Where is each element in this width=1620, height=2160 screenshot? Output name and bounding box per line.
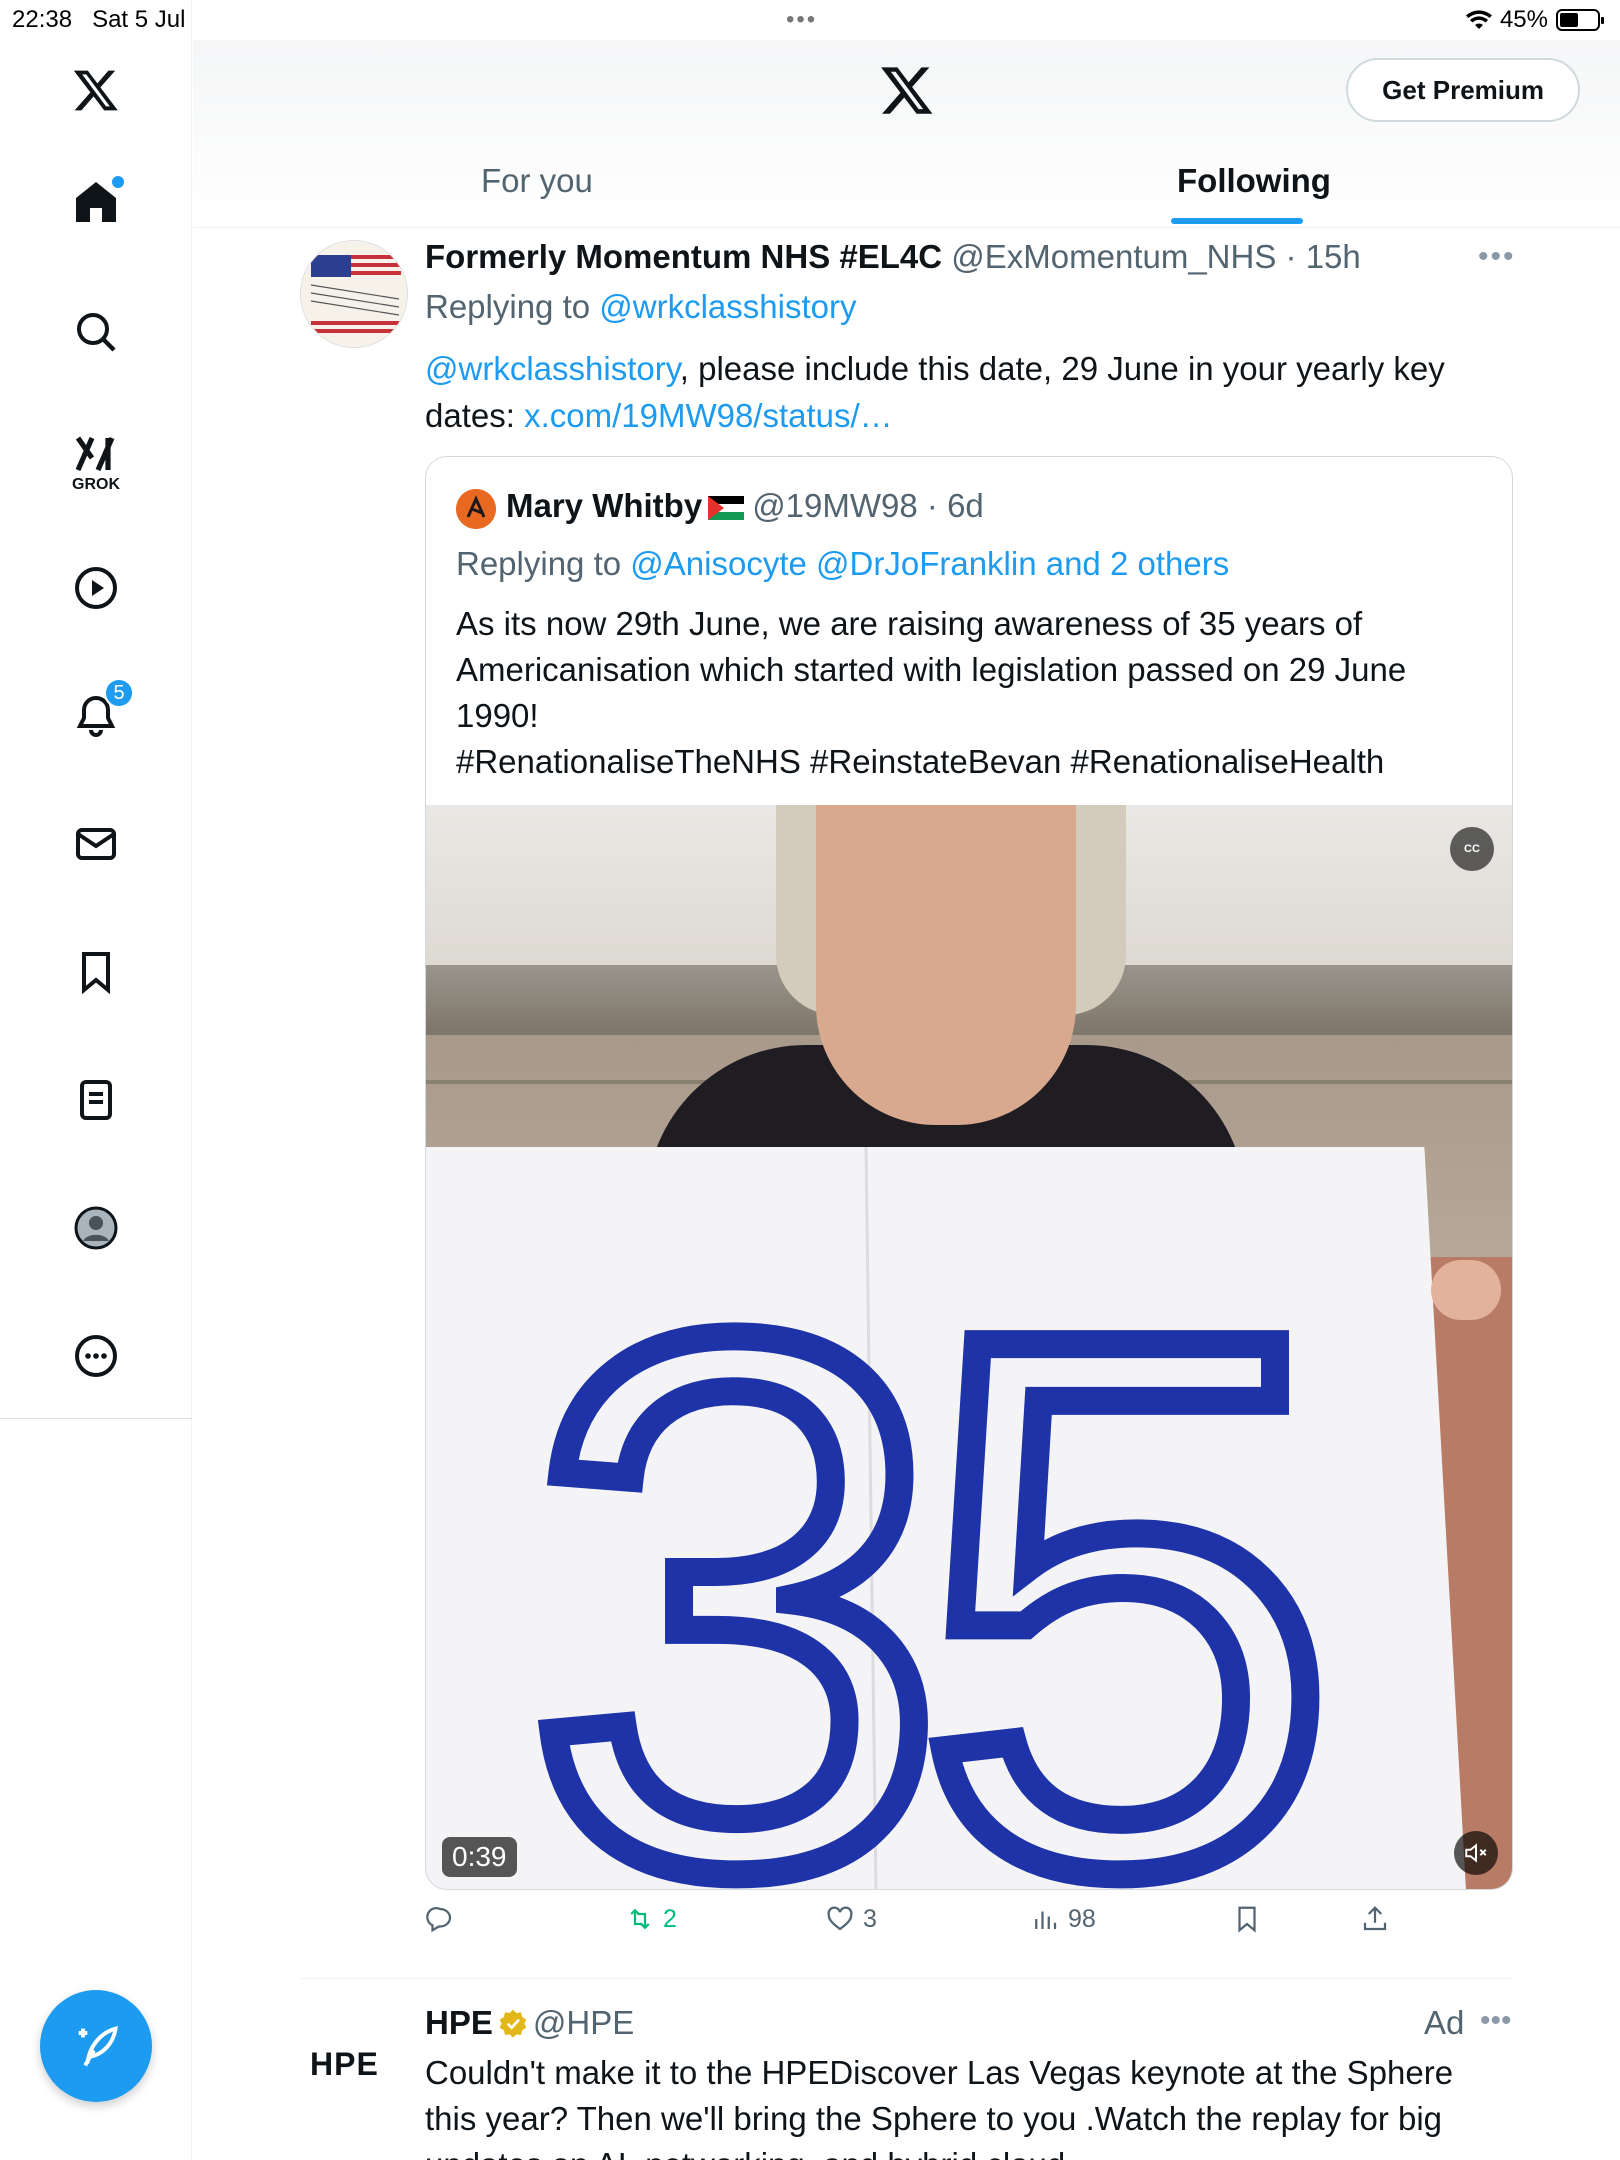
tweet-time[interactable]: 15h [1306, 238, 1361, 275]
ad-author-handle[interactable]: @HPE [533, 2004, 634, 2041]
bookmark-button[interactable] [1232, 1904, 1262, 1934]
sidebar: GROK 5 [0, 0, 192, 2160]
grok-label: GROK [72, 476, 120, 493]
lists-icon [80, 1080, 112, 1120]
nav-video[interactable] [66, 558, 126, 618]
quote-header: Mary Whitby @19MW98 · 6d [506, 487, 984, 524]
tab-following[interactable]: Following [1177, 162, 1331, 200]
grok-icon [75, 436, 115, 472]
bookmark-icon [82, 952, 110, 995]
quote-replying-to: Replying to @Anisocyte @DrJoFranklin and… [456, 545, 1230, 582]
speaker-muted-icon [1465, 1843, 1487, 1863]
tweet-header: Formerly Momentum NHS #EL4C @ExMomentum_… [425, 238, 1361, 275]
quote-author-handle: @19MW98 [752, 487, 918, 524]
status-link[interactable]: x.com/19MW98/status/… [524, 397, 893, 434]
quote-replying-to-link[interactable]: @Anisocyte @DrJoFranklin and 2 others [630, 545, 1229, 582]
sign-digit-3: 3 [525, 1180, 948, 1890]
more-icon [75, 1335, 117, 1377]
replying-to: Replying to @wrkclasshistory [425, 288, 857, 325]
view-count: 98 [1068, 1904, 1096, 1933]
nav-home[interactable] [66, 172, 126, 232]
compose-icon [78, 2025, 118, 2067]
retweet-icon [630, 1908, 650, 1930]
compose-button[interactable] [40, 1990, 152, 2102]
mail-icon [76, 828, 116, 860]
views-icon [1035, 1911, 1057, 1929]
sidebar-divider [0, 1418, 192, 1419]
mention-link[interactable]: @wrkclasshistory [425, 350, 680, 387]
x-logo-icon[interactable] [66, 60, 126, 120]
nav-profile[interactable] [66, 1198, 126, 1258]
hpe-logo[interactable]: HPE [310, 2046, 379, 2083]
heart-icon [827, 1906, 853, 1931]
get-premium-button[interactable]: Get Premium [1346, 58, 1580, 122]
mute-button[interactable] [1454, 1831, 1498, 1875]
nav-more[interactable] [66, 1326, 126, 1386]
quote-text: As its now 29th June, we are raising awa… [456, 605, 1407, 780]
verified-badge-icon [499, 2009, 527, 2038]
active-tab-indicator [1171, 218, 1303, 224]
reply-icon [426, 1907, 452, 1933]
home-unread-dot [112, 176, 124, 188]
battery-icon [1556, 9, 1604, 31]
retweet-count: 2 [663, 1904, 677, 1933]
ad-text: Couldn't make it to the HPEDiscover Las … [425, 2054, 1454, 2160]
quote-author-name: Mary Whitby [506, 487, 703, 524]
ad-more-button[interactable]: ••• [1480, 2004, 1512, 2038]
wifi-icon [1465, 10, 1492, 30]
x-logo-icon[interactable] [879, 62, 935, 118]
tweet-divider [300, 1978, 1513, 1979]
notification-badge: 5 [104, 678, 134, 708]
multitask-dots[interactable]: ••• [786, 6, 817, 34]
quote-avatar [456, 489, 496, 529]
battery-percent: 45% [1499, 6, 1548, 33]
video-duration: 0:39 [442, 1837, 517, 1877]
sign-digit-5: 5 [915, 1180, 1338, 1890]
tweet-text: @wrkclasshistory, please include this da… [425, 350, 1445, 434]
status-bar: 22:38 Sat 5 Jul ••• 45% [0, 0, 1620, 40]
nav-messages[interactable] [66, 814, 126, 874]
nav-search[interactable] [66, 302, 126, 362]
quote-time: 6d [947, 487, 984, 524]
avatar[interactable] [300, 240, 408, 348]
search-icon [77, 313, 116, 352]
ad-label: Ad [1424, 2004, 1465, 2041]
share-button[interactable] [1360, 1904, 1390, 1934]
author-name[interactable]: Formerly Momentum NHS #EL4C [425, 238, 942, 275]
status-right: 45% [1465, 6, 1604, 34]
nav-grok[interactable]: GROK [66, 424, 126, 493]
ad-author-name[interactable]: HPE [425, 2004, 493, 2041]
profile-icon [74, 1206, 118, 1250]
video-player[interactable]: 3 5 CC 0:39 [426, 805, 1512, 1890]
tweet-actions: 2 3 98 [425, 1904, 1425, 1948]
retweet-button[interactable]: 2 [625, 1904, 677, 1934]
like-count: 3 [863, 1904, 877, 1933]
bookmark-icon [1238, 1906, 1256, 1933]
replying-to-link[interactable]: @wrkclasshistory [599, 288, 856, 325]
author-handle[interactable]: @ExMomentum_NHS [951, 238, 1276, 275]
captions-button[interactable]: CC [1450, 827, 1494, 871]
top-header: Get Premium For you Following [193, 40, 1620, 228]
nav-lists[interactable] [66, 1070, 126, 1130]
nav-bookmarks[interactable] [66, 942, 126, 1002]
views-button[interactable]: 98 [1030, 1904, 1096, 1934]
tweet-more-button[interactable]: ••• [1478, 240, 1516, 274]
video-sign: 3 5 [426, 1147, 1466, 1890]
video-icon [75, 567, 117, 609]
palestine-flag-icon [708, 496, 745, 521]
share-icon [1363, 1906, 1387, 1931]
reply-button[interactable] [425, 1904, 455, 1934]
tab-for-you[interactable]: For you [481, 162, 593, 200]
quoted-tweet[interactable]: Mary Whitby @19MW98 · 6d Replying to @Ani… [425, 456, 1513, 1890]
like-button[interactable]: 3 [825, 1904, 877, 1934]
nav-notifications[interactable]: 5 [66, 678, 134, 746]
ad-header: HPE @HPE [425, 2004, 634, 2042]
